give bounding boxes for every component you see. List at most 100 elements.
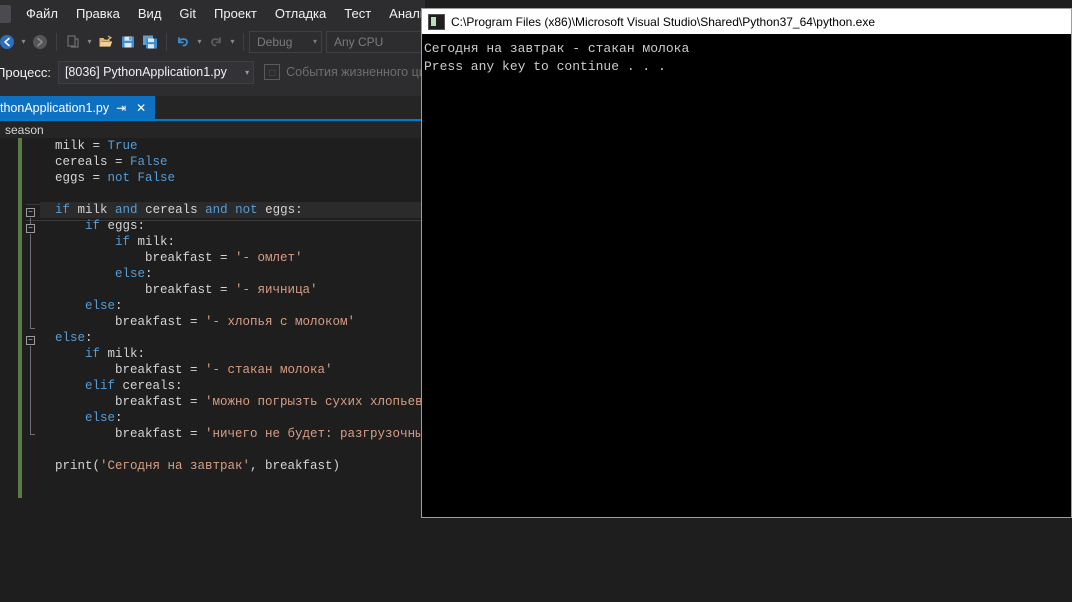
visual-studio-window: Файл Правка Вид Git Проект Отладка Тест … xyxy=(0,0,425,520)
code-keyword: True xyxy=(107,139,138,153)
code-string: '- омлет' xyxy=(235,251,303,265)
process-value: [8036] PythonApplication1.py xyxy=(64,65,227,79)
code-plain: breakfast = xyxy=(40,395,206,409)
save-icon[interactable] xyxy=(117,31,139,53)
undo-dropdown-icon[interactable]: ▾ xyxy=(194,31,205,53)
menu-item-file[interactable]: Файл xyxy=(17,2,67,25)
code-plain: breakfast = xyxy=(40,363,206,377)
code-plain: milk: xyxy=(137,235,176,249)
code-plain: = xyxy=(92,171,108,185)
menu-item-test[interactable]: Тест xyxy=(335,2,380,25)
console-output-line: Press any key to continue . . . xyxy=(424,59,666,74)
code-string: '- хлопья с молоком' xyxy=(205,315,356,329)
code-plain: , breakfast) xyxy=(250,459,341,473)
code-plain: eggs: xyxy=(107,219,146,233)
code-plain: milk xyxy=(77,203,116,217)
code-line: eggs = not False xyxy=(40,170,425,186)
code-string: '- яичница' xyxy=(235,283,318,297)
process-select[interactable]: [8036] PythonApplication1.py ▾ xyxy=(57,60,255,84)
menu-bar: Файл Правка Вид Git Проект Отладка Тест … xyxy=(0,0,425,27)
code-keyword: if xyxy=(85,347,108,361)
outline-guide-1 xyxy=(30,218,31,224)
code-plain xyxy=(40,299,85,313)
code-keyword: and xyxy=(205,203,236,217)
menu-item-git[interactable]: Git xyxy=(170,2,205,25)
new-item-icon[interactable] xyxy=(62,31,84,53)
code-line: else: xyxy=(40,410,425,426)
code-plain: cereals: xyxy=(122,379,183,393)
code-string: 'ничего не будет: разгрузочный день xyxy=(205,427,425,441)
toolbar-divider-2 xyxy=(166,32,167,51)
code-keyword: else xyxy=(85,411,116,425)
code-line: else: xyxy=(40,266,425,282)
open-folder-icon[interactable] xyxy=(95,31,117,53)
solution-platform-combo[interactable]: Any CPU xyxy=(326,30,425,53)
pin-icon[interactable]: ⇥ xyxy=(113,100,129,116)
code-string: '- стакан молока' xyxy=(205,363,333,377)
code-editor[interactable]: − − − milk = True cereals = False eggs =… xyxy=(0,138,425,520)
code-plain xyxy=(40,203,55,217)
console-output: Сегодня на завтрак - стакан молока Press… xyxy=(422,34,1071,76)
menu-item-edit[interactable]: Правка xyxy=(67,2,129,25)
code-plain: cereals xyxy=(145,203,206,217)
breadcrumb[interactable]: season xyxy=(0,121,425,139)
code-line: if eggs: xyxy=(40,218,425,234)
redo-icon[interactable] xyxy=(205,31,227,53)
menu-item-debug[interactable]: Отладка xyxy=(266,2,335,25)
toolbar-divider-3 xyxy=(243,32,244,51)
code-plain: : xyxy=(115,299,123,313)
tab-pythonapplication1[interactable]: thonApplication1.py ⇥ ✕ xyxy=(0,96,156,119)
outline-collapse-else[interactable]: − xyxy=(26,336,35,345)
standard-toolbar: ▾ ▾ ▾ ▾ Debug ▾ Any CPU xyxy=(0,27,425,56)
navigate-backward-dropdown-icon[interactable]: ▾ xyxy=(18,31,29,53)
code-plain: print( xyxy=(40,459,101,473)
code-line: breakfast = '- стакан молока' xyxy=(40,362,425,378)
new-item-dropdown-icon[interactable]: ▾ xyxy=(84,31,95,53)
close-icon[interactable]: ✕ xyxy=(133,100,149,116)
code-keyword: False xyxy=(130,155,168,169)
code-keyword: if xyxy=(115,235,138,249)
undo-icon[interactable] xyxy=(172,31,194,53)
lifecycle-events-control[interactable]: ⬚ События жизненного ци xyxy=(264,64,425,80)
breadcrumb-text: season xyxy=(5,122,44,137)
console-title-bar[interactable]: C:\Program Files (x86)\Microsoft Visual … xyxy=(422,9,1071,34)
solution-platform-value: Any CPU xyxy=(334,34,384,49)
save-all-icon[interactable] xyxy=(139,31,161,53)
change-tracking-bar xyxy=(18,138,22,498)
outline-collapse-if-eggs[interactable]: − xyxy=(26,224,35,233)
code-plain: eggs: xyxy=(265,203,303,217)
code-line: elif cereals: xyxy=(40,378,425,394)
solution-configuration-value: Debug xyxy=(257,34,293,49)
code-plain: : xyxy=(85,331,93,345)
code-line: breakfast = '- омлет' xyxy=(40,250,425,266)
navigate-forward-icon[interactable] xyxy=(29,31,51,53)
menu-item-analyze[interactable]: Анализ xyxy=(380,2,425,25)
console-window[interactable]: C:\Program Files (x86)\Microsoft Visual … xyxy=(421,8,1072,518)
code-keyword: False xyxy=(137,171,176,185)
document-tab-strip: thonApplication1.py ⇥ ✕ xyxy=(0,96,425,119)
code-plain: : xyxy=(145,267,153,281)
code-line: cereals = False xyxy=(40,154,425,170)
code-plain xyxy=(40,219,85,233)
outline-end-marker-2 xyxy=(30,434,35,435)
code-plain: cereals xyxy=(40,155,116,169)
redo-dropdown-icon[interactable]: ▾ xyxy=(227,31,238,53)
code-plain xyxy=(40,411,85,425)
console-output-line: Сегодня на завтрак - стакан молока xyxy=(424,41,690,56)
outline-collapse-if[interactable]: − xyxy=(26,208,35,217)
code-text[interactable]: milk = True cereals = False eggs = not F… xyxy=(40,138,425,474)
solution-configuration-combo[interactable]: Debug ▾ xyxy=(249,30,322,53)
code-line: print('Сегодня на завтрак', breakfast) xyxy=(40,458,425,474)
code-plain xyxy=(40,331,55,345)
code-keyword: not xyxy=(235,203,266,217)
menu-item-view[interactable]: Вид xyxy=(129,2,171,25)
code-keyword: else xyxy=(85,299,116,313)
code-line: if milk and cereals and not eggs: xyxy=(40,202,425,218)
code-string: 'Сегодня на завтрак' xyxy=(100,459,251,473)
code-keyword: and xyxy=(115,203,146,217)
code-keyword: if xyxy=(85,219,108,233)
navigate-backward-icon[interactable] xyxy=(0,31,18,53)
menu-item-project[interactable]: Проект xyxy=(205,2,266,25)
code-plain xyxy=(40,235,115,249)
